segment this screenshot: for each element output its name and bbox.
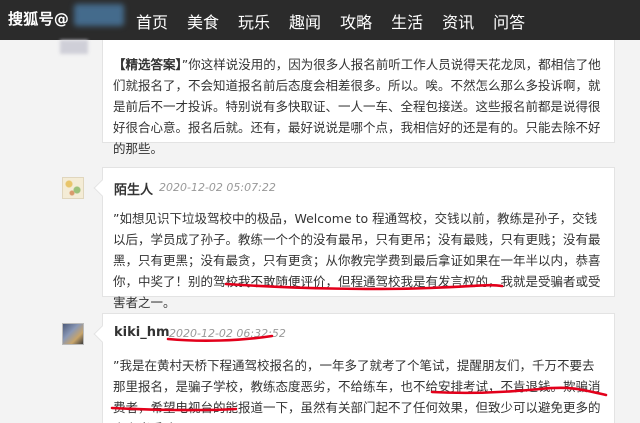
comment-text: ”如想见识下垃圾驾校中的极品，Welcome to 程通驾校，交钱以前，教练是孙… <box>113 211 601 310</box>
comment-card: kiki_hm 2020-12-02 06:32:52 ”我是在黄村天桥下程通驾… <box>93 313 615 423</box>
nav-item-food[interactable]: 美食 <box>187 9 219 33</box>
comment-text: ”你这样说没用的，因为很多人报名前听工作人员说得天花龙凤，都相信了他们就报名了，… <box>113 57 601 156</box>
nav-item-home[interactable]: 首页 <box>136 9 168 33</box>
comment-username[interactable]: 陌生人 <box>114 179 153 198</box>
nav-item-news-fun[interactable]: 趣闻 <box>289 9 321 33</box>
nav-item-info[interactable]: 资讯 <box>442 9 474 33</box>
brand-logo[interactable]: 搜狐号@ <box>8 8 69 29</box>
comment-card: 【精选答案】”你这样说没用的，因为很多人报名前听工作人员说得天花龙凤，都相信了他… <box>102 40 615 156</box>
avatar[interactable] <box>62 323 84 345</box>
top-navbar: 搜狐号@ 首页 美食 玩乐 趣闻 攻略 生活 资讯 问答 <box>0 0 640 40</box>
blurred-author-name <box>74 4 124 26</box>
comment-card: 陌生人 2020-12-02 05:07:22 ”如想见识下垃圾驾校中的极品，W… <box>93 167 615 310</box>
speech-arrow <box>93 325 111 343</box>
avatar[interactable] <box>62 177 84 199</box>
avatar <box>60 40 88 54</box>
speech-arrow <box>93 179 111 197</box>
comment-timestamp: 2020-12-02 06:32:52 <box>169 327 286 340</box>
comment-body: 【精选答案】”你这样说没用的，因为很多人报名前听工作人员说得天花龙凤，都相信了他… <box>113 54 602 159</box>
nav-item-fun[interactable]: 玩乐 <box>238 9 270 33</box>
nav-menu: 首页 美食 玩乐 趣闻 攻略 生活 资讯 问答 <box>136 9 544 33</box>
nav-item-life[interactable]: 生活 <box>391 9 423 33</box>
featured-answer-tag: 【精选答案】 <box>113 57 182 72</box>
comment-timestamp: 2020-12-02 05:07:22 <box>159 181 276 194</box>
comment-username[interactable]: kiki_hm <box>114 325 170 340</box>
nav-item-guides[interactable]: 攻略 <box>340 9 372 33</box>
comment-text: ”我是在黄村天桥下程通驾校报名的，一年多了就考了个笔试，提醒朋友们，千万不要去那… <box>113 358 601 423</box>
nav-item-qa[interactable]: 问答 <box>493 9 525 33</box>
